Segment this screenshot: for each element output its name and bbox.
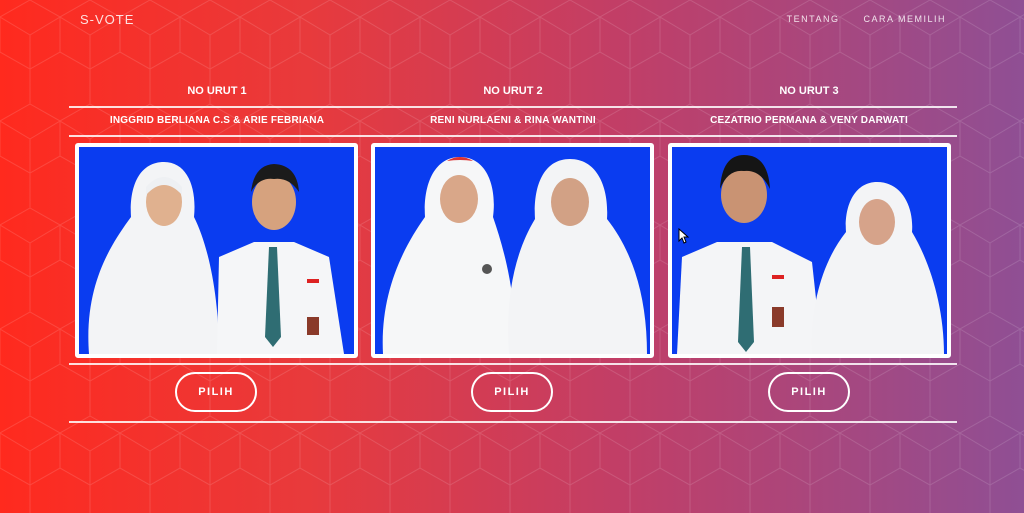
- divider-names: [69, 135, 957, 137]
- nav-links: TENTANG CARA MEMILIH: [787, 14, 946, 24]
- divider-top: [69, 106, 957, 108]
- nav-link-cara-memilih[interactable]: CARA MEMILIH: [863, 14, 946, 24]
- vote-button-candidate-2[interactable]: PILIH: [471, 372, 553, 412]
- candidate-2-names: RENI NURLAENI & RINA WANTINI: [430, 115, 596, 126]
- top-navbar: S-VOTE TENTANG CARA MEMILIH: [0, 0, 1024, 40]
- vote-button-candidate-3[interactable]: PILIH: [768, 372, 850, 412]
- vote-button-candidate-1[interactable]: PILIH: [175, 372, 257, 412]
- candidate-3-photo: [668, 143, 951, 358]
- brand-logo[interactable]: S-VOTE: [80, 12, 134, 27]
- nav-link-tentang[interactable]: TENTANG: [787, 14, 840, 24]
- candidate-3-number: NO URUT 3: [779, 85, 839, 97]
- mouse-cursor-icon: [678, 228, 690, 244]
- divider-photos: [69, 363, 957, 365]
- candidate-3-names: CEZATRIO PERMANA & VENY DARWATI: [710, 115, 908, 126]
- divider-bottom: [69, 421, 957, 423]
- candidate-1-number: NO URUT 1: [187, 85, 247, 97]
- candidate-1-photo: [75, 143, 358, 358]
- candidate-2-photo: [371, 143, 654, 358]
- candidate-2-number: NO URUT 2: [483, 85, 543, 97]
- candidate-1-names: INGGRID BERLIANA C.S & ARIE FEBRIANA: [109, 115, 325, 126]
